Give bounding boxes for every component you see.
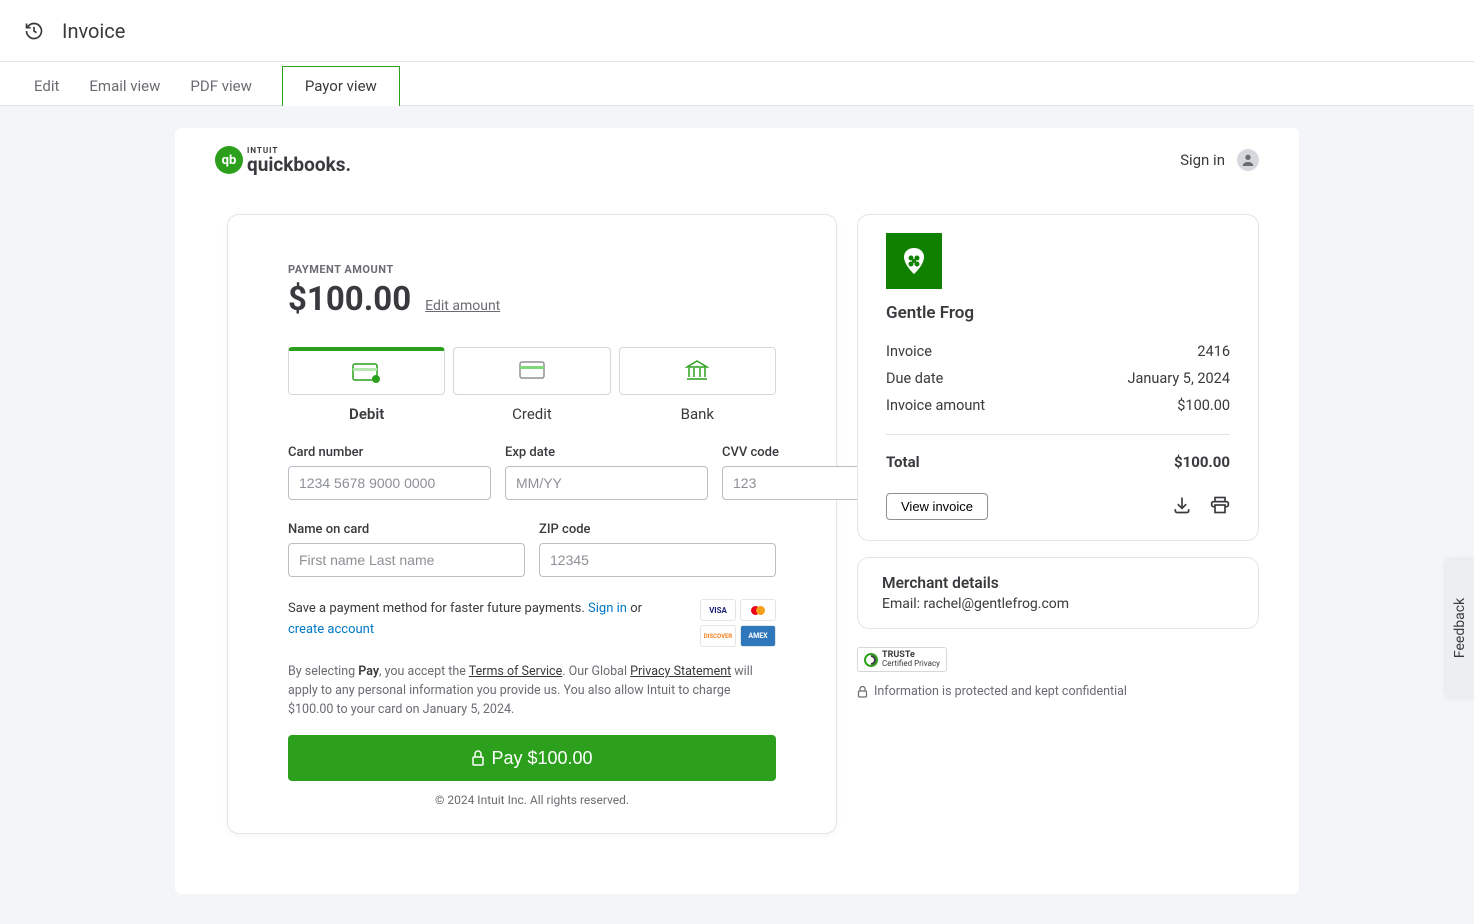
method-debit-label: Debit [288, 405, 445, 423]
page-title: Invoice [62, 19, 125, 43]
truste-section: TRUSTeCertified Privacy [857, 647, 1259, 672]
merchant-details-title: Merchant details [882, 574, 1234, 592]
view-invoice-button[interactable]: View invoice [886, 493, 988, 520]
due-date-label: Due date [886, 370, 943, 387]
download-icon[interactable] [1172, 495, 1192, 519]
name-on-card-label: Name on card [288, 522, 525, 537]
tab-email-view[interactable]: Email view [89, 67, 160, 105]
method-debit[interactable]: Debit [288, 347, 445, 423]
payment-card: PAYMENT AMOUNT $100.00 Edit amount Debit [227, 214, 837, 834]
card-number-input[interactable] [288, 466, 491, 500]
signin-label: Sign in [1180, 151, 1225, 169]
avatar-icon [1237, 149, 1259, 171]
save-payment-text: Save a payment method for faster future … [288, 599, 663, 641]
summary-card: Gentle Frog Invoice 2416 Due date January … [857, 214, 1259, 541]
exp-date-input[interactable] [505, 466, 708, 500]
name-on-card-input[interactable] [288, 543, 525, 577]
history-icon[interactable] [24, 21, 44, 41]
card-number-label: Card number [288, 445, 491, 460]
privacy-statement-link[interactable]: Privacy Statement [630, 664, 731, 679]
mastercard-badge [740, 599, 776, 621]
due-date-value: January 5, 2024 [1128, 370, 1230, 387]
qb-logo-icon: qb [215, 146, 243, 174]
content-row: PAYMENT AMOUNT $100.00 Edit amount Debit [175, 184, 1299, 844]
signin-link[interactable]: Sign in [588, 601, 627, 616]
terms-of-service-link[interactable]: Terms of Service [469, 664, 562, 679]
invoice-value: 2416 [1197, 343, 1230, 360]
exp-date-label: Exp date [505, 445, 708, 460]
card-brand-badges: VISA DISCOVER AMEX [675, 599, 776, 647]
lock-small-icon [857, 686, 868, 698]
tab-edit[interactable]: Edit [34, 67, 59, 105]
method-credit[interactable]: Credit [453, 347, 610, 423]
discover-badge: DISCOVER [700, 625, 736, 647]
confidential-text: Information is protected and kept confid… [857, 684, 1259, 699]
payment-method-row: Debit Credit Bank [288, 347, 776, 423]
invoice-amount-label: Invoice amount [886, 397, 985, 414]
create-account-link[interactable]: create account [288, 622, 374, 637]
top-bar: Invoice [0, 0, 1474, 62]
legal-text: By selecting Pay, you accept the Terms o… [288, 663, 776, 719]
page-surface: qb INTUIT quickbooks. Sign in PAYMENT AM… [175, 128, 1299, 894]
merchant-details-email: Email: rachel@gentlefrog.com [882, 596, 1234, 612]
method-bank[interactable]: Bank [619, 347, 776, 423]
total-label: Total [886, 453, 920, 471]
logo-main-text: quickbooks. [247, 155, 351, 174]
pay-button-label: Pay $100.00 [491, 748, 592, 769]
truste-badge: TRUSTeCertified Privacy [857, 647, 947, 672]
credit-card-icon [519, 361, 545, 381]
copyright: © 2024 Intuit Inc. All rights reserved. [288, 793, 776, 807]
total-value: $100.00 [1174, 453, 1230, 471]
feedback-tab[interactable]: Feedback [1446, 560, 1474, 696]
merchant-logo [886, 233, 942, 289]
canvas: qb INTUIT quickbooks. Sign in PAYMENT AM… [0, 106, 1474, 924]
visa-badge: VISA [700, 599, 736, 621]
tab-pdf-view[interactable]: PDF view [190, 67, 251, 105]
tab-payor-view[interactable]: Payor view [282, 66, 400, 106]
bank-icon [685, 360, 709, 382]
edit-amount-link[interactable]: Edit amount [425, 298, 500, 314]
tabs-bar: Edit Email view PDF view Payor view [0, 62, 1474, 106]
invoice-amount-value: $100.00 [1177, 397, 1230, 414]
payment-amount-label: PAYMENT AMOUNT [288, 263, 776, 276]
debit-card-icon [352, 362, 382, 384]
invoice-label: Invoice [886, 343, 932, 360]
zip-code-label: ZIP code [539, 522, 776, 537]
pay-button[interactable]: Pay $100.00 [288, 735, 776, 781]
merchant-name: Gentle Frog [886, 303, 1230, 323]
method-bank-label: Bank [619, 405, 776, 423]
merchant-details-card: Merchant details Email: rachel@gentlefro… [857, 557, 1259, 629]
quickbooks-logo: qb INTUIT quickbooks. [215, 146, 351, 174]
signin-block[interactable]: Sign in [1180, 149, 1259, 171]
qb-header: qb INTUIT quickbooks. Sign in [175, 128, 1299, 184]
amex-badge: AMEX [740, 625, 776, 647]
payment-amount-value: $100.00 [288, 280, 411, 319]
zip-code-input[interactable] [539, 543, 776, 577]
print-icon[interactable] [1210, 495, 1230, 519]
method-credit-label: Credit [453, 405, 610, 423]
lock-icon [471, 750, 485, 766]
